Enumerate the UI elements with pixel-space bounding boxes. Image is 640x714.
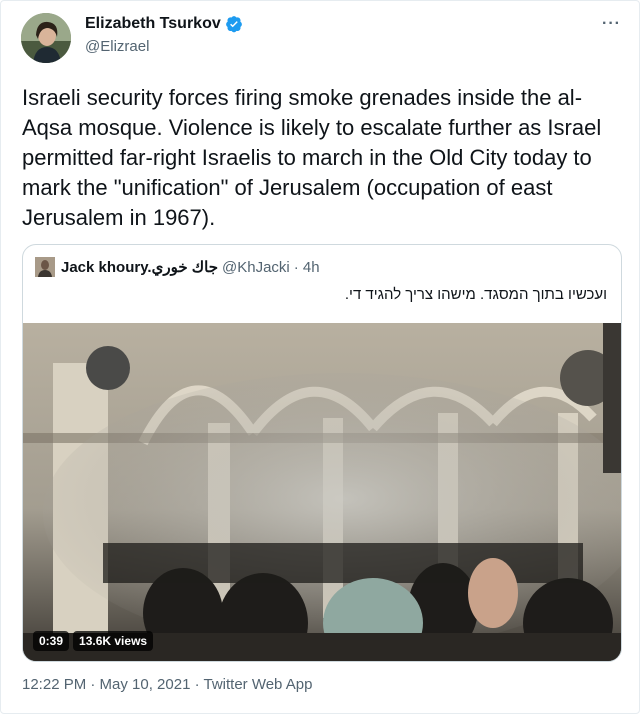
quoted-tweet-time[interactable]: · 4h [294, 259, 320, 276]
quoted-tweet[interactable]: Jack khoury.جاك خوري @KhJacki · 4h ועכשי… [22, 244, 622, 662]
quoted-author-avatar[interactable] [35, 257, 55, 277]
quoted-author-handle[interactable]: @KhJacki [222, 259, 290, 276]
tweet-footer[interactable]: 12:22 PM · May 10, 2021 · Twitter Web Ap… [22, 676, 312, 693]
verified-badge-icon [225, 16, 242, 33]
quoted-author-name[interactable]: Jack khoury.جاك خوري [61, 258, 218, 276]
quoted-tweet-header: Jack khoury.جاك خوري @KhJacki · 4h [35, 257, 320, 277]
tweet-card: Elizabeth Tsurkov @Elizrael ··· Israeli … [0, 0, 640, 714]
author-avatar[interactable] [21, 13, 71, 63]
author-name-row[interactable]: Elizabeth Tsurkov [85, 15, 243, 33]
tweet-text: Israeli security forces firing smoke gre… [22, 85, 602, 230]
video-frame [23, 323, 621, 661]
video-duration: 0:39 [33, 631, 70, 651]
video-player[interactable]: 0:39 13.6K views [23, 323, 621, 661]
author-handle[interactable]: @Elizrael [85, 38, 149, 55]
author-name[interactable]: Elizabeth Tsurkov [85, 15, 221, 33]
video-views: 13.6K views [73, 631, 154, 651]
video-badges: 0:39 13.6K views [33, 631, 154, 651]
quoted-tweet-text: ועכשיו בתוך המסגד. מישהו צריך להגיד די. [344, 286, 607, 303]
more-options-icon[interactable]: ··· [602, 15, 621, 33]
